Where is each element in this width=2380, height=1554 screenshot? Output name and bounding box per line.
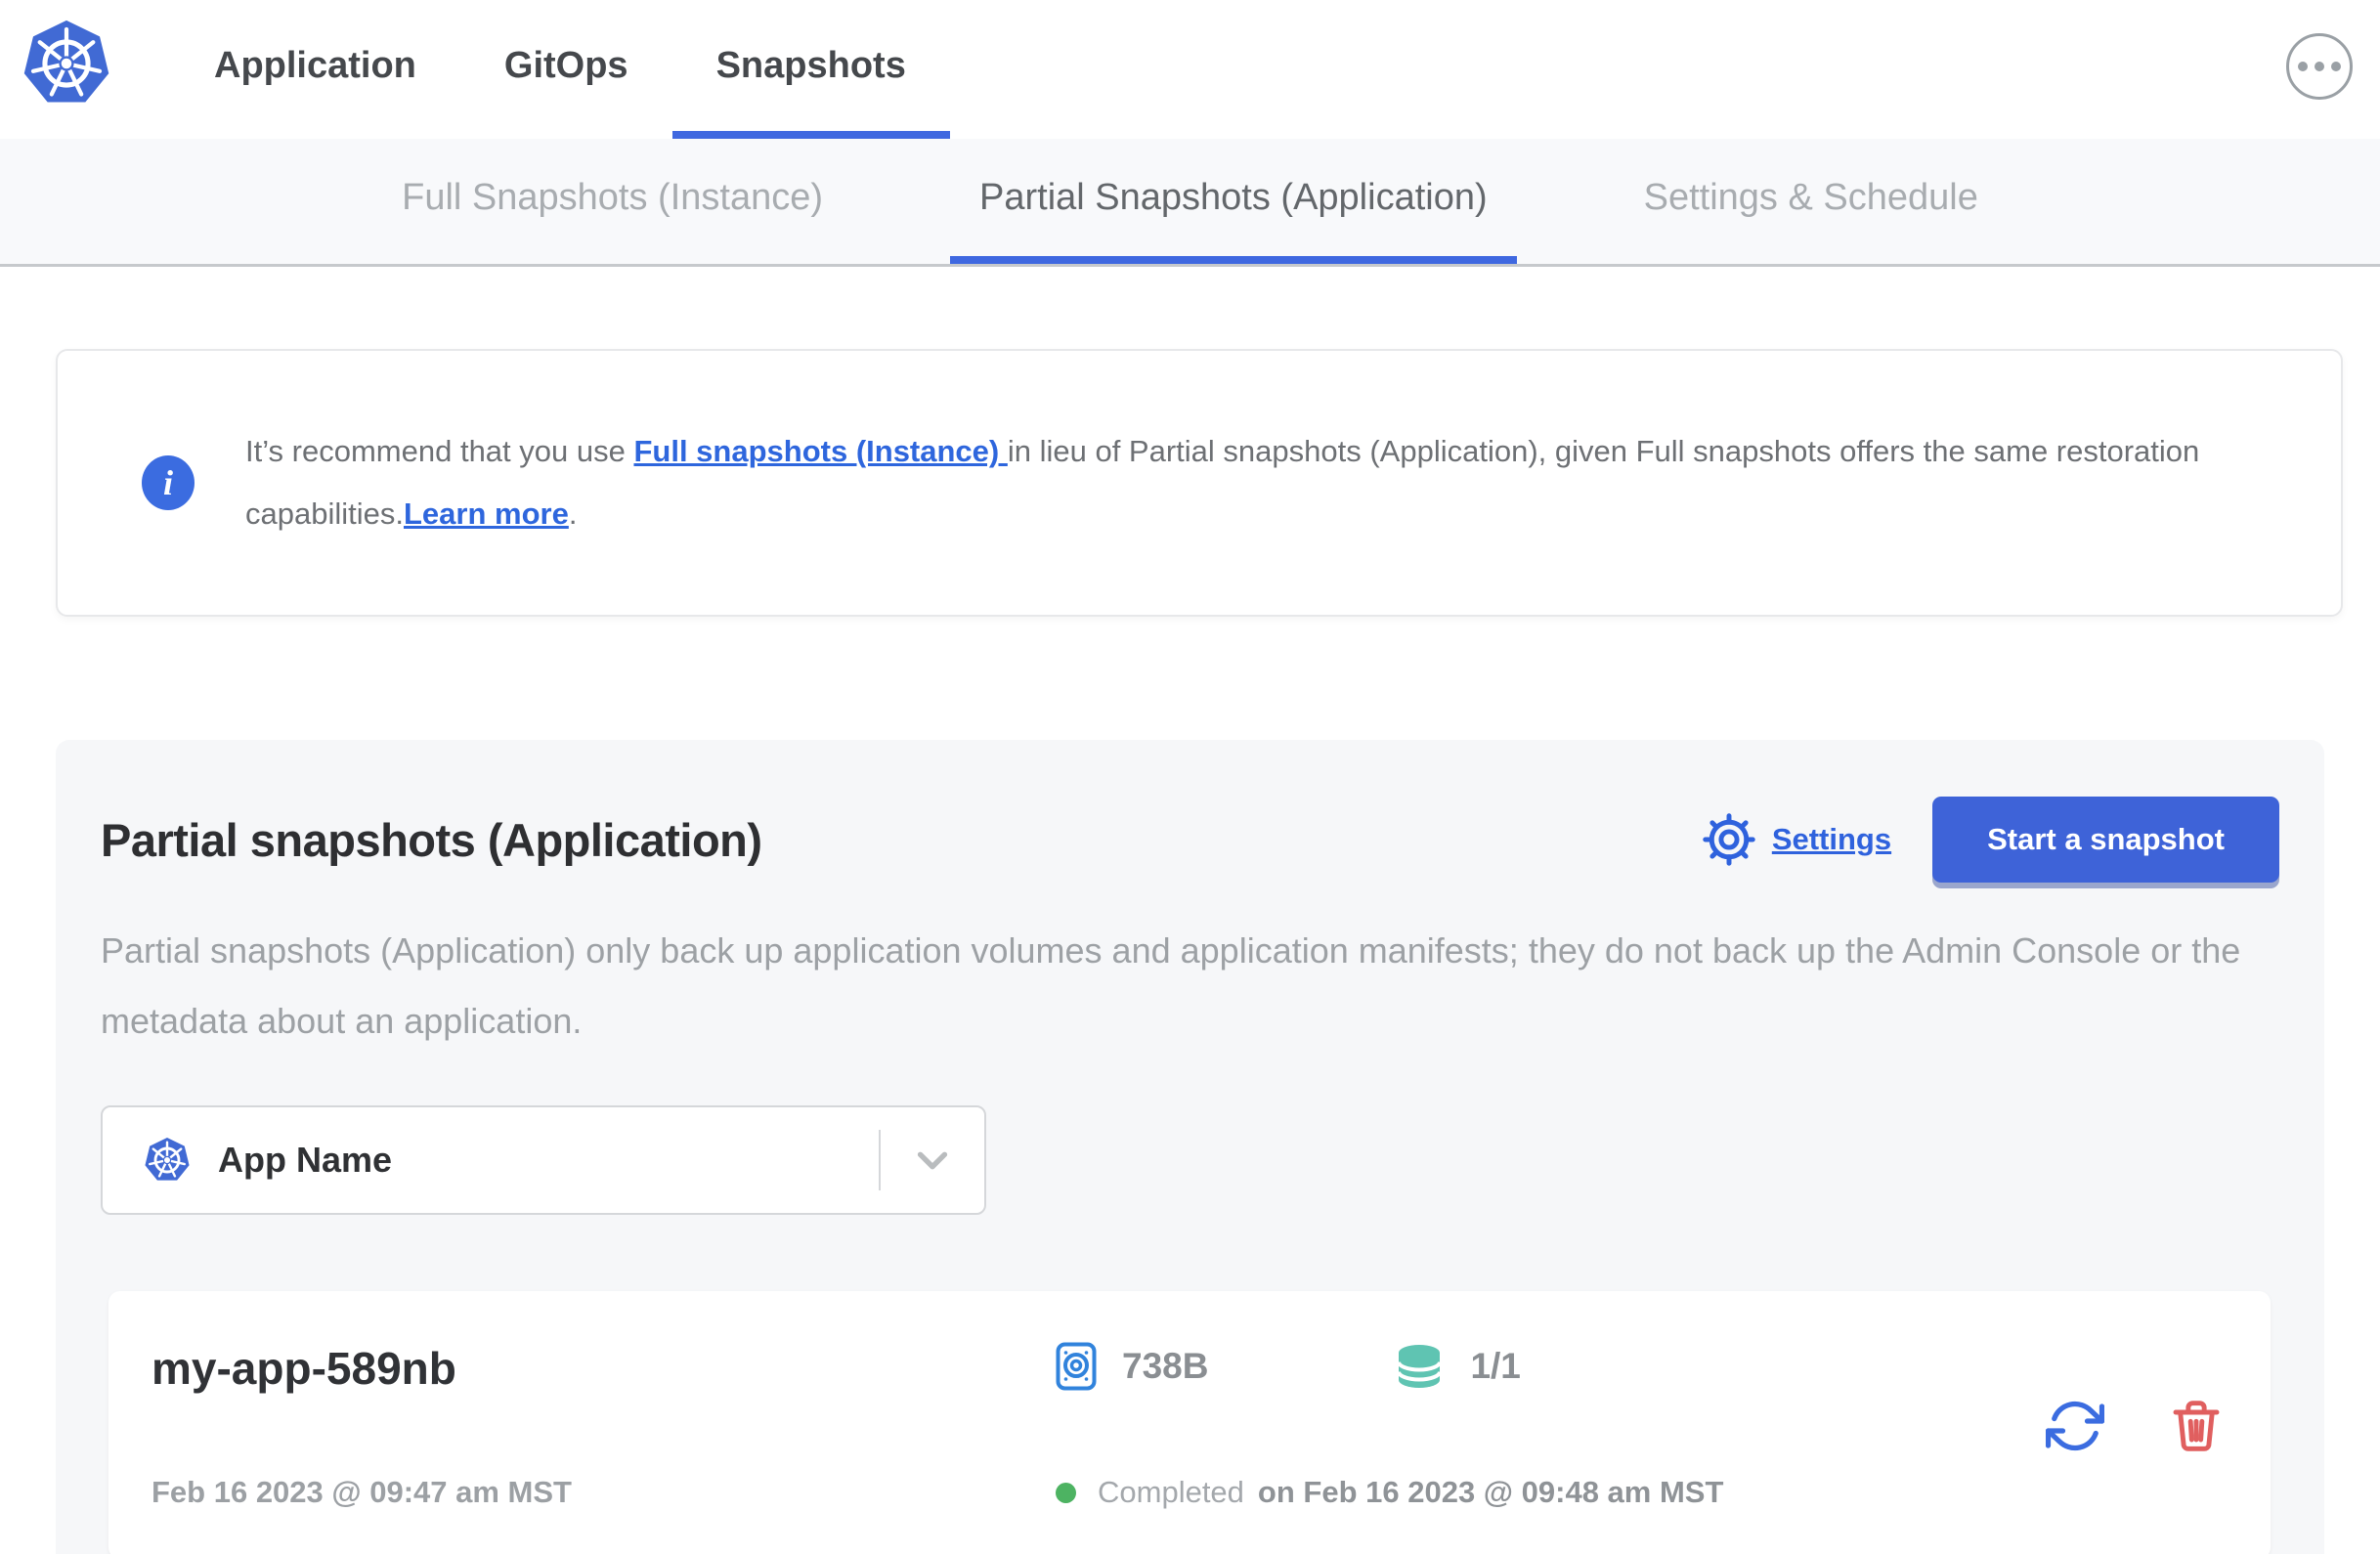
top-nav: Application GitOps Snapshots: [0, 0, 2380, 139]
snapshot-name: my-app-589nb: [151, 1343, 456, 1394]
ellipsis-dot: [2298, 62, 2308, 71]
snapshot-row: my-app-589nb Feb 16 2023 @ 09:47 am MST …: [108, 1291, 2271, 1554]
banner-text-segment: It’s recommend that you use: [245, 434, 634, 468]
snapshot-stats: 738B 1/1: [1056, 1342, 1723, 1391]
panel-title: Partial snapshots (Application): [101, 813, 762, 866]
restore-snapshot-button[interactable]: [2045, 1397, 2105, 1455]
full-snapshots-link[interactable]: Full snapshots (Instance): [633, 434, 1007, 468]
app-selector-value: App Name: [218, 1140, 393, 1180]
snapshot-settings-link[interactable]: Settings: [1702, 812, 1891, 867]
app-selector-dropdown[interactable]: App Name: [101, 1105, 986, 1215]
snapshots-tab-bar: Full Snapshots (Instance) Partial Snapsh…: [0, 139, 2380, 267]
status-finished-date: on Feb 16 2023 @ 09:48 am MST: [1257, 1475, 1724, 1509]
snapshot-volumes-group: 1/1: [1394, 1343, 1521, 1390]
snapshot-start-date: Feb 16 2023 @ 09:47 am MST: [151, 1475, 572, 1509]
nav-item-gitops[interactable]: GitOps: [460, 0, 672, 139]
status-label: Completed: [1098, 1475, 1244, 1509]
info-banner: i It’s recommend that you use Full snaps…: [56, 349, 2343, 617]
snapshot-row-details: 738B 1/1 Completed on Feb 16 2023 @ 09:4…: [1056, 1342, 1723, 1510]
ellipsis-dot: [2315, 62, 2324, 71]
snapshot-row-actions: [2045, 1342, 2224, 1510]
trash-icon: [2173, 1401, 2220, 1451]
kubernetes-logo: [23, 20, 109, 103]
database-stack-icon: [1397, 1345, 1443, 1388]
nav-item-application[interactable]: Application: [170, 0, 460, 139]
snapshots-page: Application GitOps Snapshots Full Snapsh…: [0, 0, 2380, 1554]
snapshot-volumes-value: 1/1: [1470, 1346, 1521, 1386]
kubernetes-icon: [145, 1137, 190, 1181]
panel-header-actions: Settings Start a snapshot: [1702, 797, 2279, 883]
delete-snapshot-button[interactable]: [2169, 1398, 2224, 1454]
tab-full-snapshots[interactable]: Full Snapshots (Instance): [372, 139, 852, 264]
learn-more-link[interactable]: Learn more: [404, 496, 569, 531]
ellipsis-dot: [2331, 62, 2341, 71]
banner-text: It’s recommend that you use Full snapsho…: [245, 420, 2272, 545]
nav-items: Application GitOps Snapshots: [170, 0, 950, 139]
banner-text-segment: .: [568, 496, 578, 531]
disk-icon: [1056, 1342, 1097, 1391]
nav-item-snapshots[interactable]: Snapshots: [671, 0, 950, 139]
selector-chevron-zone: [881, 1107, 984, 1213]
info-icon: i: [142, 455, 195, 510]
partial-snapshots-panel: Partial snapshots (Application) Settings…: [56, 740, 2324, 1554]
settings-link-label: Settings: [1771, 822, 1892, 856]
panel-header: Partial snapshots (Application) Settings…: [101, 797, 2279, 883]
snapshot-row-left: my-app-589nb Feb 16 2023 @ 09:47 am MST: [151, 1342, 1056, 1510]
restore-circular-arrows-icon: [2045, 1401, 2105, 1451]
panel-description: Partial snapshots (Application) only bac…: [101, 930, 2241, 1041]
tab-partial-snapshots[interactable]: Partial Snapshots (Application): [950, 139, 1517, 264]
start-snapshot-button[interactable]: Start a snapshot: [1932, 797, 2279, 883]
chevron-down-icon: [917, 1151, 948, 1170]
status-dot-icon: [1056, 1482, 1076, 1503]
ellipsis-menu-button[interactable]: [2286, 33, 2353, 100]
snapshot-size-value: 738B: [1122, 1346, 1209, 1386]
tab-settings-schedule[interactable]: Settings & Schedule: [1615, 139, 2008, 264]
gear-icon: [1703, 813, 1755, 866]
snapshot-status: Completed on Feb 16 2023 @ 09:48 am MST: [1056, 1475, 1723, 1510]
